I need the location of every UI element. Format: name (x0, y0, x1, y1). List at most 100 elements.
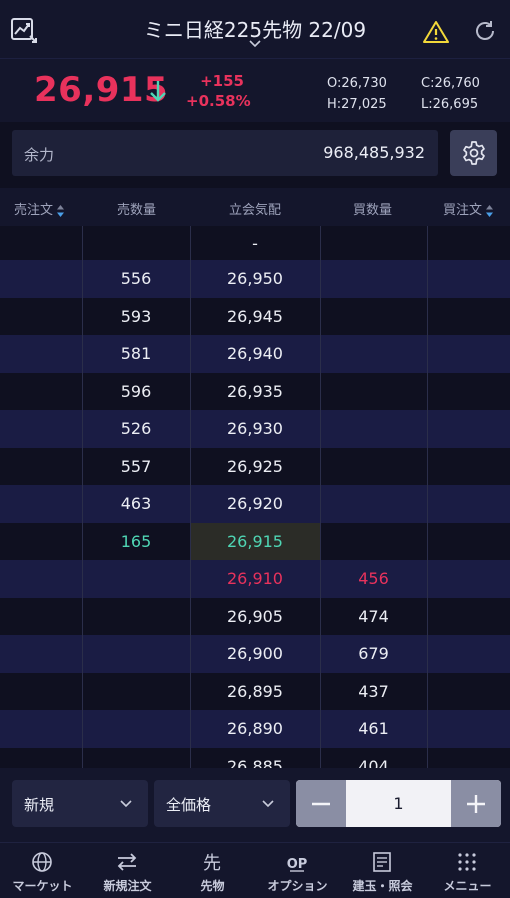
decrement-button[interactable] (296, 780, 346, 827)
board-row[interactable]: 26,910 456 (0, 560, 510, 598)
sell-qty-cell[interactable]: 596 (82, 373, 190, 411)
sell-qty-cell[interactable] (82, 635, 190, 673)
board-row[interactable]: 26,890 461 (0, 710, 510, 748)
buy-order-cell[interactable] (427, 710, 510, 748)
buy-order-cell[interactable] (427, 635, 510, 673)
price-cell[interactable]: 26,905 (190, 598, 320, 636)
sell-order-cell[interactable] (0, 260, 82, 298)
sell-qty-cell[interactable]: 526 (82, 410, 190, 448)
settings-button[interactable] (450, 130, 497, 176)
price-cell[interactable]: 26,940 (190, 335, 320, 373)
buy-qty-cell[interactable]: 461 (320, 710, 427, 748)
nav-futures[interactable]: 先 先物 (170, 843, 255, 898)
board-row[interactable]: 165 26,915 (0, 522, 510, 561)
sell-qty-cell[interactable] (82, 710, 190, 748)
board-row[interactable]: 26,895 437 (0, 672, 510, 711)
price-type-dropdown[interactable]: 全価格 (154, 780, 290, 827)
sell-qty-cell[interactable]: 581 (82, 335, 190, 373)
buy-qty-cell[interactable]: 474 (320, 598, 427, 636)
buy-qty-cell[interactable] (320, 523, 427, 561)
price-cell[interactable]: 26,900 (190, 635, 320, 673)
buy-qty-cell[interactable] (320, 410, 427, 448)
sell-qty-cell[interactable]: 165 (82, 523, 190, 561)
nav-new-order[interactable]: 新規注文 (85, 843, 170, 898)
board-row[interactable]: 463 26,920 (0, 485, 510, 523)
order-type-dropdown[interactable]: 新規 (12, 780, 148, 827)
sell-order-cell[interactable] (0, 373, 82, 411)
sell-qty-cell[interactable] (82, 673, 190, 711)
buy-order-cell[interactable] (427, 560, 510, 598)
buy-qty-cell[interactable] (320, 485, 427, 523)
buy-qty-cell[interactable]: 404 (320, 748, 427, 768)
buy-qty-cell[interactable] (320, 335, 427, 373)
buy-qty-cell[interactable]: 456 (320, 560, 427, 598)
sell-qty-cell[interactable]: 556 (82, 260, 190, 298)
board-row[interactable]: 26,905 474 (0, 597, 510, 636)
buy-order-cell[interactable] (427, 673, 510, 711)
buy-qty-cell[interactable]: 437 (320, 673, 427, 711)
board-row[interactable]: 556 26,950 (0, 260, 510, 298)
board-row[interactable]: 526 26,930 (0, 410, 510, 448)
price-cell[interactable]: 26,915 (190, 522, 320, 560)
nav-market[interactable]: マーケット (0, 843, 85, 898)
sell-order-cell[interactable] (0, 448, 82, 486)
buy-order-cell[interactable] (427, 523, 510, 561)
buy-order-cell[interactable] (427, 373, 510, 411)
buy-order-cell[interactable] (427, 335, 510, 373)
sell-order-cell[interactable] (0, 598, 82, 636)
board-row[interactable]: 593 26,945 (0, 297, 510, 336)
buy-qty-cell[interactable] (320, 260, 427, 298)
price-cell[interactable]: 26,910 (190, 560, 320, 598)
price-cell[interactable]: 26,930 (190, 410, 320, 448)
sell-qty-cell[interactable] (82, 748, 190, 769)
board-row[interactable]: 581 26,940 (0, 335, 510, 373)
price-cell[interactable]: 26,895 (190, 673, 320, 711)
board-row[interactable]: 557 26,925 (0, 447, 510, 486)
refresh-icon[interactable] (473, 19, 497, 43)
buy-qty-cell[interactable] (320, 373, 427, 411)
buy-order-cell[interactable] (427, 448, 510, 486)
chevron-down-icon[interactable] (249, 40, 261, 48)
board-row[interactable]: 26,900 679 (0, 635, 510, 673)
increment-button[interactable] (451, 780, 501, 827)
buy-qty-cell[interactable] (320, 448, 427, 486)
buy-order-cell[interactable] (427, 260, 510, 298)
price-cell[interactable]: 26,945 (190, 298, 320, 336)
price-cell[interactable]: 26,950 (190, 260, 320, 298)
nav-menu[interactable]: メニュー (425, 843, 510, 898)
sell-qty-cell[interactable] (82, 598, 190, 636)
buy-order-cell[interactable] (427, 598, 510, 636)
buy-order-cell[interactable] (427, 410, 510, 448)
sell-order-header[interactable]: 売注文 (14, 199, 65, 218)
buy-order-cell[interactable] (427, 298, 510, 336)
sell-qty-cell[interactable] (82, 560, 190, 598)
sell-order-cell[interactable] (0, 748, 82, 769)
sell-order-cell[interactable] (0, 335, 82, 373)
sell-order-cell[interactable] (0, 523, 82, 561)
sell-qty-cell[interactable]: 557 (82, 448, 190, 486)
board-row[interactable]: 26,885 404 (0, 747, 510, 769)
buy-qty-cell[interactable]: 679 (320, 635, 427, 673)
sell-order-cell[interactable] (0, 485, 82, 523)
buy-order-header[interactable]: 買注文 (443, 199, 494, 218)
buy-qty-cell[interactable] (320, 298, 427, 336)
sell-qty-cell[interactable]: 593 (82, 298, 190, 336)
nav-options[interactable]: OP オプション (255, 843, 340, 898)
board-row[interactable]: 596 26,935 (0, 372, 510, 411)
sell-order-cell[interactable] (0, 673, 82, 711)
warning-icon[interactable] (423, 20, 449, 44)
nav-positions[interactable]: 建玉・照会 (340, 843, 425, 898)
sell-order-cell[interactable] (0, 710, 82, 748)
price-cell[interactable]: 26,920 (190, 485, 320, 523)
buy-order-cell[interactable] (427, 485, 510, 523)
sell-qty-cell[interactable]: 463 (82, 485, 190, 523)
sell-order-cell[interactable] (0, 635, 82, 673)
price-cell[interactable]: 26,925 (190, 448, 320, 486)
sell-order-cell[interactable] (0, 298, 82, 336)
sell-order-cell[interactable] (0, 560, 82, 598)
quantity-input[interactable]: 1 (346, 780, 451, 827)
price-cell[interactable]: 26,890 (190, 710, 320, 748)
price-cell[interactable]: 26,885 (190, 748, 320, 768)
sell-order-cell[interactable] (0, 410, 82, 448)
price-cell[interactable]: 26,935 (190, 373, 320, 411)
